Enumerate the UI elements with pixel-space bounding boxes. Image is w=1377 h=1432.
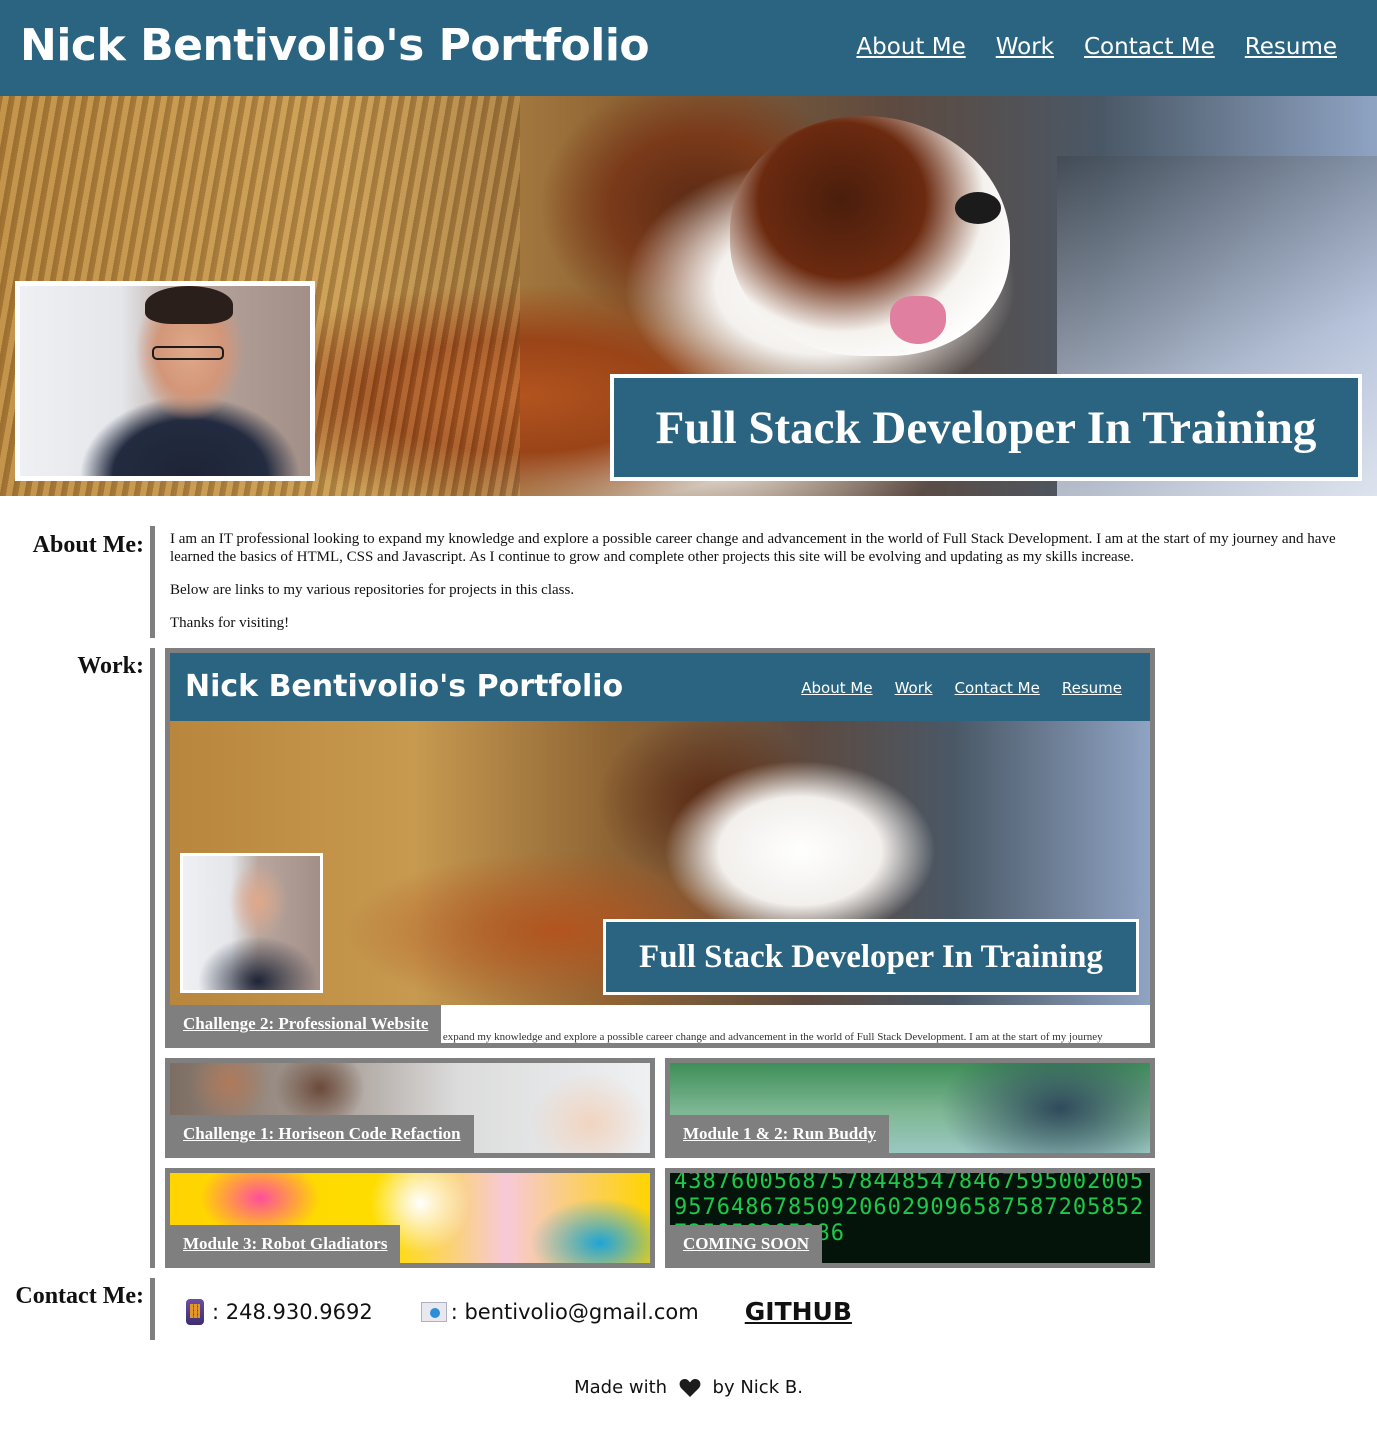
preview-tagline: Full Stack Developer In Training	[639, 938, 1103, 975]
preview-title: Nick Bentivolio's Portfolio	[185, 669, 624, 704]
work-divider	[150, 648, 155, 1268]
footer-prefix: Made with	[574, 1377, 668, 1398]
about-paragraph: Thanks for visiting!	[170, 615, 290, 631]
profile-hair	[145, 286, 233, 324]
preview-tagline-box: Full Stack Developer In Training	[603, 919, 1139, 995]
heart-icon	[679, 1379, 701, 1397]
nav-contact-me[interactable]: Contact Me	[1084, 34, 1215, 60]
preview-nav-item: About Me	[801, 679, 873, 697]
nav-work[interactable]: Work	[996, 34, 1054, 60]
project-link-professional-website[interactable]: Challenge 2: Professional Website	[170, 1005, 442, 1043]
about-divider	[150, 526, 155, 638]
project-card-run-buddy[interactable]: Module 1 & 2: Run Buddy	[665, 1058, 1155, 1158]
footer-suffix: by Nick B.	[712, 1377, 803, 1398]
email-icon	[420, 1301, 447, 1322]
project-card-robot-gladiators[interactable]: Module 3: Robot Gladiators	[165, 1168, 655, 1268]
site-header: Nick Bentivolio's Portfolio About Me Wor…	[0, 0, 1377, 96]
about-paragraph: Below are links to my various repositori…	[170, 582, 575, 598]
phone-icon	[186, 1298, 204, 1325]
nav-resume[interactable]: Resume	[1245, 34, 1337, 60]
project-card-professional-website[interactable]: Nick Bentivolio's Portfolio About Me Wor…	[165, 648, 1155, 1048]
about-paragraph: I am an IT professional looking to expan…	[170, 531, 1336, 565]
profile-glasses	[152, 346, 224, 360]
project-link-run-buddy[interactable]: Module 1 & 2: Run Buddy	[670, 1115, 890, 1153]
main-nav: About Me Work Contact Me Resume	[856, 34, 1337, 60]
preview-header: Nick Bentivolio's Portfolio About Me Wor…	[170, 653, 1150, 721]
project-card-coming-soon[interactable]: 4387600568757844854784675950020059576486…	[665, 1168, 1155, 1268]
tagline: Full Stack Developer In Training	[655, 401, 1317, 454]
contact-phone: : 248.930.9692	[212, 1299, 373, 1324]
nav-about-me[interactable]: About Me	[856, 34, 965, 60]
preview-nav-item: Contact Me	[954, 679, 1040, 697]
hero-banner: Full Stack Developer In Training	[0, 96, 1377, 496]
project-link-coming-soon[interactable]: COMING SOON	[670, 1225, 823, 1263]
project-link-robot-gladiators[interactable]: Module 3: Robot Gladiators	[170, 1225, 401, 1263]
dog-tongue	[890, 296, 946, 344]
dog-nose	[955, 192, 1001, 224]
contact-email[interactable]: : bentivolio@gmail.com	[451, 1300, 699, 1324]
about-heading: About Me:	[32, 532, 144, 558]
contact-divider	[150, 1278, 155, 1340]
preview-nav: About Me Work Contact Me Resume	[801, 679, 1122, 697]
about-text: I am an IT professional looking to expan…	[170, 530, 1360, 647]
profile-photo	[15, 281, 315, 481]
contact-row: : 248.930.9692 : bentivolio@gmail.com GI…	[186, 1297, 852, 1326]
project-card-horiseon[interactable]: Challenge 1: Horiseon Code Refaction	[165, 1058, 655, 1158]
preview-nav-item: Resume	[1061, 679, 1122, 697]
work-heading: Work:	[77, 653, 144, 679]
site-footer: Made with by Nick B.	[0, 1377, 1377, 1398]
dog-image	[730, 116, 1010, 356]
site-title: Nick Bentivolio's Portfolio	[20, 20, 650, 71]
tagline-box: Full Stack Developer In Training	[610, 374, 1362, 481]
project-link-horiseon[interactable]: Challenge 1: Horiseon Code Refaction	[170, 1115, 474, 1153]
github-link[interactable]: GITHUB	[745, 1297, 852, 1326]
preview-profile-photo	[180, 853, 323, 993]
preview-nav-item: Work	[894, 679, 933, 697]
contact-heading: Contact Me:	[15, 1283, 144, 1309]
